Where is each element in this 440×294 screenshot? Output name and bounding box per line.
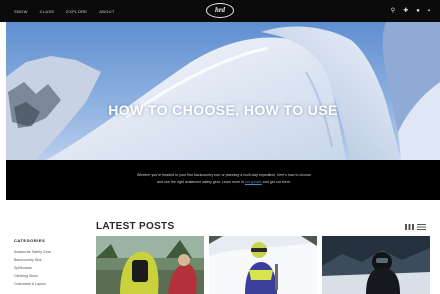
hero-banner: HOW TO CHOOSE, HOW TO USE [6,22,440,160]
post-card[interactable] [209,236,317,294]
nav-link-about[interactable]: ABOUT [99,9,114,14]
nav-link-explore[interactable]: EXPLORE [66,9,87,14]
sidebar-item[interactable]: Avalanche Safety Gear [14,248,82,256]
sidebar-title: CATEGORIES [14,238,46,243]
brand-logo[interactable]: hrd [206,3,234,18]
sidebar-item[interactable]: Climbing Skins [14,272,82,280]
hero-snow-image [6,22,440,160]
post-card-1-image [96,236,204,294]
intro-text-line-1: Whether you're headed to your first back… [136,173,312,177]
view-toggle [405,224,426,230]
latest-posts-heading: LATEST POSTS [96,221,175,232]
post-card-2-image [209,236,317,294]
nav-link-class[interactable]: CLASS [40,9,55,14]
hero-title: HOW TO CHOOSE, HOW TO USE [108,102,338,118]
cart-icon[interactable]: ▪ [428,8,430,14]
post-card[interactable] [96,236,204,294]
nav-link-snow[interactable]: SNOW [14,9,28,14]
intro-text-line-2: and use the right avalanche safety gear.… [74,180,374,185]
location-icon[interactable]: ⚲ [391,8,395,14]
categories-sidebar: CATEGORIES Avalanche Safety Gear Backcou… [14,238,82,288]
intro-band: Whether you're headed to your first back… [6,160,440,200]
intro-text-line-2-start: and use the right avalanche safety gear.… [157,180,244,184]
header-icons: ⚲ ✚ ● ▪ [391,0,430,22]
user-icon[interactable]: ● [416,8,420,14]
sidebar-item[interactable]: Splitboards [14,264,82,272]
grid-view-icon[interactable] [405,224,414,230]
sidebar-item[interactable]: Backcountry Skis [14,256,82,264]
intro-text-line-2-end: and get out there. [262,180,291,184]
list-view-icon[interactable] [417,224,426,230]
main-nav: SNOW CLASS EXPLORE ABOUT [14,0,115,22]
intro-guides-link[interactable]: our guides [245,180,262,184]
sidebar-item[interactable]: Outerwear & Layers [14,280,82,288]
top-header: SNOW CLASS EXPLORE ABOUT hrd ⚲ ✚ ● ▪ [0,0,440,22]
post-card[interactable] [322,236,430,294]
plus-icon[interactable]: ✚ [403,8,408,14]
post-card-3-image [322,236,430,294]
